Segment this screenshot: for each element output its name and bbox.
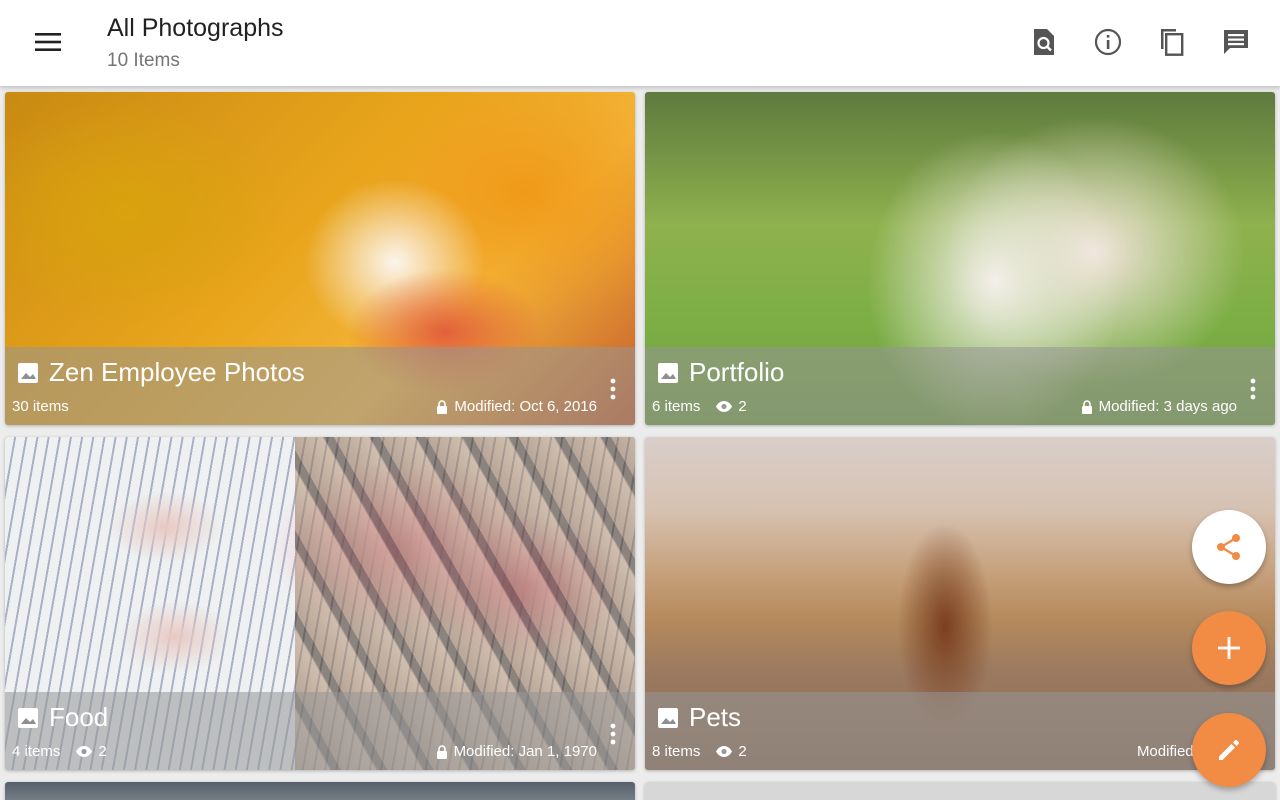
image-icon xyxy=(15,360,41,386)
album-view-count: 2 xyxy=(738,743,747,760)
share-button[interactable] xyxy=(1192,510,1266,584)
copy-icon xyxy=(1161,29,1184,56)
album-modified-text: Modified: 3 days ago xyxy=(1098,398,1237,415)
album-info-overlay: Zen Employee Photos 30 items Modified: O… xyxy=(5,347,635,425)
album-modified-text: Modified: Jan 1, 1970 xyxy=(453,743,597,760)
eye-icon xyxy=(716,401,733,412)
more-options-button[interactable] xyxy=(603,720,623,748)
image-icon xyxy=(655,705,681,731)
search-document-icon xyxy=(1034,29,1054,55)
more-vert-icon xyxy=(1250,378,1256,400)
image-icon xyxy=(655,360,681,386)
album-item-count: 4 items xyxy=(12,743,61,760)
album-cover-photo xyxy=(645,782,1275,800)
menu-button[interactable] xyxy=(24,21,72,63)
lock-icon xyxy=(1081,399,1092,414)
album-title-row: Pets xyxy=(655,702,741,733)
comment-icon xyxy=(1224,30,1248,54)
album-views: 2 xyxy=(76,743,107,760)
album-modified: Modified: Oct 6, 2016 xyxy=(436,398,597,415)
album-cover-photo xyxy=(5,782,635,800)
album-meta: 4 items 2 xyxy=(12,743,107,760)
search-document-button[interactable] xyxy=(1020,20,1068,64)
album-meta: 30 items xyxy=(12,398,69,415)
album-meta: 6 items 2 xyxy=(652,398,747,415)
more-vert-icon xyxy=(610,723,616,745)
app-bar: All Photographs 10 Items xyxy=(0,0,1280,86)
album-modified: Modified: 3 days ago xyxy=(1081,398,1237,415)
album-grid: Zen Employee Photos 30 items Modified: O… xyxy=(0,86,1280,800)
album-info-overlay: Pets 8 items 2 Modified: Apr 5 xyxy=(645,692,1275,770)
album-card-pets[interactable]: Pets 8 items 2 Modified: Apr 5 xyxy=(645,437,1275,770)
album-card-portfolio[interactable]: Portfolio 6 items 2 Modified: 3 days ago xyxy=(645,92,1275,425)
album-card-zen-employee-photos[interactable]: Zen Employee Photos 30 items Modified: O… xyxy=(5,92,635,425)
more-vert-icon xyxy=(610,378,616,400)
eye-icon xyxy=(76,746,93,757)
album-title: Portfolio xyxy=(689,357,785,387)
add-button[interactable] xyxy=(1192,611,1266,685)
hamburger-icon xyxy=(35,33,61,51)
album-view-count: 2 xyxy=(98,743,107,760)
album-title: Pets xyxy=(689,702,742,732)
album-title-row: Zen Employee Photos xyxy=(15,357,305,388)
album-modified: Modified: Jan 1, 1970 xyxy=(436,743,597,760)
image-icon xyxy=(15,705,41,731)
page-subtitle: 10 Items xyxy=(107,50,180,71)
edit-button[interactable] xyxy=(1192,713,1266,787)
info-button[interactable] xyxy=(1084,20,1132,64)
album-title: Zen Employee Photos xyxy=(49,357,305,387)
info-icon xyxy=(1094,28,1122,56)
album-meta: 8 items 2 xyxy=(652,743,747,760)
lock-icon xyxy=(436,744,447,759)
album-views: 2 xyxy=(716,398,747,415)
album-info-overlay: Portfolio 6 items 2 Modified: 3 days ago xyxy=(645,347,1275,425)
album-modified-text: Modified: Oct 6, 2016 xyxy=(454,398,597,415)
lock-icon xyxy=(437,399,448,414)
more-options-button[interactable] xyxy=(603,375,623,403)
album-card-food[interactable]: Food 4 items 2 Modified: Jan 1, 1970 xyxy=(5,437,635,770)
album-views: 2 xyxy=(716,743,747,760)
album-card-partial[interactable] xyxy=(645,782,1275,800)
share-icon xyxy=(1217,534,1240,560)
album-item-count: 6 items xyxy=(652,398,701,415)
add-icon xyxy=(1218,637,1240,659)
more-options-button[interactable] xyxy=(1243,375,1263,403)
page-title: All Photographs xyxy=(107,14,284,42)
edit-icon xyxy=(1219,739,1239,760)
album-title-row: Food xyxy=(15,702,108,733)
eye-icon xyxy=(716,746,733,757)
comment-button[interactable] xyxy=(1212,20,1260,64)
album-title-row: Portfolio xyxy=(655,357,784,388)
album-info-overlay: Food 4 items 2 Modified: Jan 1, 1970 xyxy=(5,692,635,770)
album-view-count: 2 xyxy=(738,398,747,415)
album-card-partial[interactable] xyxy=(5,782,635,800)
toolbar-actions xyxy=(1020,20,1260,64)
album-title: Food xyxy=(49,702,109,732)
album-item-count: 8 items xyxy=(652,743,701,760)
copy-button[interactable] xyxy=(1148,20,1196,64)
album-item-count: 30 items xyxy=(12,398,69,415)
